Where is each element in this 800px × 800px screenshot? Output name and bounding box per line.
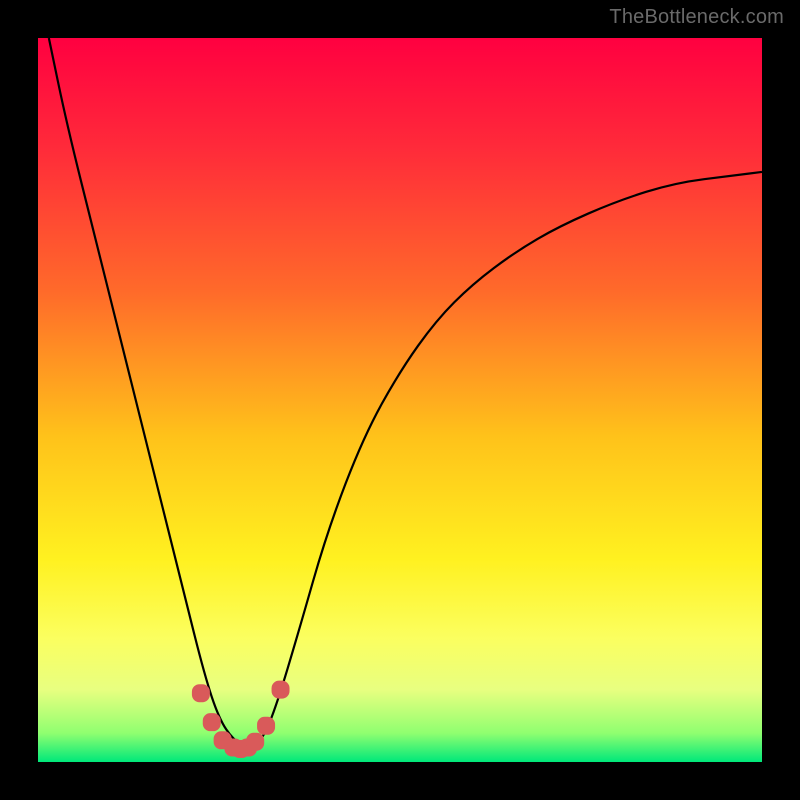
watermark-text: TheBottleneck.com — [609, 6, 784, 29]
marker — [246, 733, 264, 751]
marker — [257, 717, 275, 735]
bottleneck-curve — [49, 38, 762, 746]
marker-band — [192, 681, 290, 758]
marker — [192, 684, 210, 702]
plot-area — [38, 38, 762, 762]
marker — [272, 681, 290, 699]
chart-frame: TheBottleneck.com — [0, 0, 800, 800]
marker — [203, 713, 221, 731]
chart-svg — [38, 38, 762, 762]
